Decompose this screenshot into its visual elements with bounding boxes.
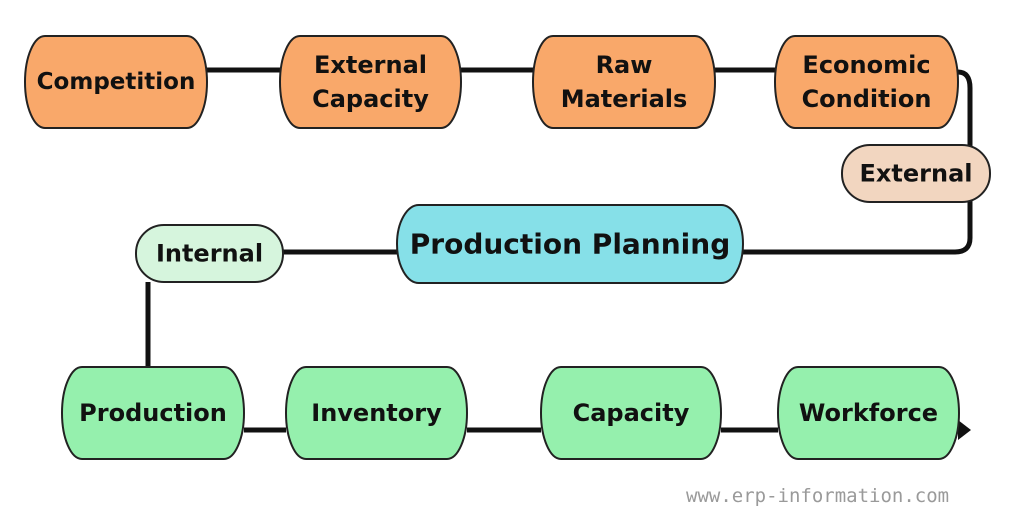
external-tag: External xyxy=(841,144,991,203)
external-factor-node-label: Materials xyxy=(561,85,688,113)
internal-factor-node-label: Production xyxy=(79,399,227,427)
internal-factor-node-label: Workforce xyxy=(799,399,938,427)
diagram-canvas: Competition External Capacity Raw Materials E… xyxy=(24,35,991,507)
internal-tag: Internal xyxy=(135,224,284,283)
internal-factor-node: Production xyxy=(61,366,245,460)
external-factor-node-label: Economic xyxy=(802,51,930,79)
arrow-head-icon xyxy=(958,420,971,440)
external-factor-node-label: Raw xyxy=(596,51,653,79)
external-factor-node: External Capacity xyxy=(279,35,462,129)
external-factor-node-shape xyxy=(279,35,462,129)
watermark: www.erp-information.com xyxy=(686,485,949,507)
external-factor-node-label: Competition xyxy=(37,69,196,95)
internal-tag-label: Internal xyxy=(156,240,263,268)
production-planning-node: Production Planning xyxy=(396,204,744,284)
external-factor-node-shape xyxy=(774,35,959,129)
external-factor-node-shape xyxy=(532,35,716,129)
external-factor-node: Raw Materials xyxy=(532,35,716,129)
external-factor-node-label: External xyxy=(314,51,427,79)
internal-factor-node: Capacity xyxy=(540,366,722,460)
external-factor-node-label: Capacity xyxy=(312,85,429,113)
internal-factor-node-label: Capacity xyxy=(573,399,690,427)
external-factor-node: Economic Condition xyxy=(774,35,959,129)
external-factor-node-label: Condition xyxy=(802,85,932,113)
external-tag-label: External xyxy=(860,160,973,188)
internal-factor-node-label: Inventory xyxy=(311,399,442,427)
production-planning-node-label: Production Planning xyxy=(410,228,731,261)
internal-factor-node: Workforce xyxy=(777,366,960,460)
diagram: Competition External Capacity Raw Materials E… xyxy=(0,0,1024,512)
internal-factor-node: Inventory xyxy=(285,366,468,460)
external-factor-node: Competition xyxy=(24,35,208,129)
